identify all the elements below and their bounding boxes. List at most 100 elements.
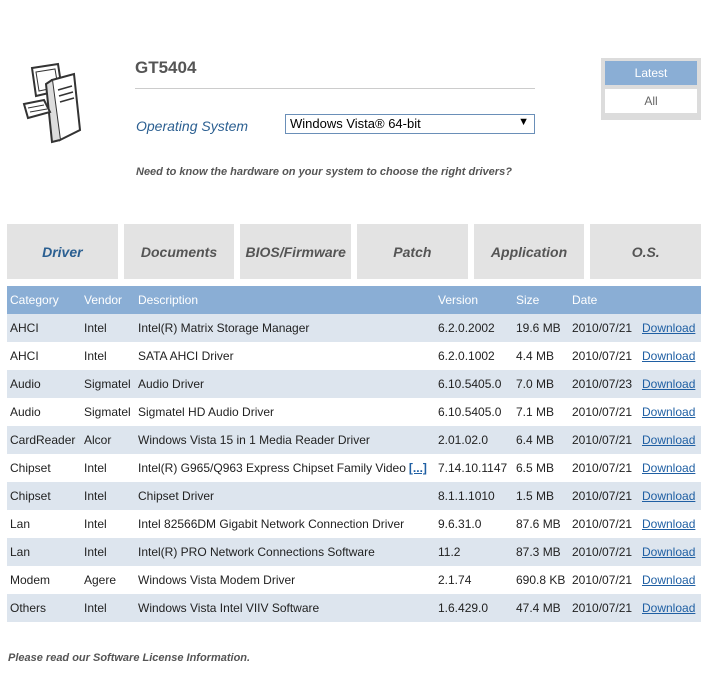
cell-description: Audio Driver [135,370,435,398]
table-row: Audio Sigmatel Sigmatel HD Audio Driver 6.1… [7,398,701,426]
cell-size: 87.3 MB [513,538,569,566]
cell-version-text: 6.10.5405.0 [438,377,502,391]
cell-size: 4.4 MB [513,342,569,370]
cell-size-text: 690.8 KB [516,573,566,587]
cell-description: Intel 82566DM Gigabit Network Connection… [135,510,435,538]
cell-date-text: 2010/07/23 [572,377,633,391]
cell-version-text: 2.1.74 [438,573,472,587]
tab-patch[interactable]: Patch [357,224,468,279]
category-tabs: Driver Documents BIOS/Firmware Patch App… [7,224,702,279]
cell-category-text: Modem [10,573,51,587]
download-link[interactable]: Download [642,377,695,391]
cell-version: 6.2.0.1002 [435,342,513,370]
cell-size-text: 19.6 MB [516,321,561,335]
column-header-version: Version [435,286,513,314]
cell-vendor-text: Intel [84,601,107,615]
cell-date: 2010/07/21 [569,510,639,538]
title-divider [135,88,535,89]
cell-description-text: Intel(R) G965/Q963 Express Chipset Famil… [138,461,406,475]
download-link[interactable]: Download [642,517,695,531]
cell-size: 7.0 MB [513,370,569,398]
cell-vendor-text: Intel [84,545,107,559]
cell-vendor-text: Intel [84,321,107,335]
table-row: Others Intel Windows Vista Intel VIIV Soft… [7,594,701,622]
latest-button[interactable]: Latest [605,61,697,85]
cell-description: Intel(R) PRO Network Connections Softwar… [135,538,435,566]
cell-description-text: Intel 82566DM Gigabit Network Connection… [138,517,405,531]
cell-date: 2010/07/21 [569,398,639,426]
tab-bios-firmware[interactable]: BIOS/Firmware [240,224,352,279]
cell-description-text: Intel(R) PRO Network Connections Softwar… [138,545,375,559]
cell-version: 11.2 [435,538,513,566]
cell-vendor-text: Intel [84,349,107,363]
expand-description-link[interactable]: [...] [409,461,427,475]
cell-version: 6.2.0.2002 [435,314,513,342]
cell-category-text: Lan [10,517,31,531]
cell-category: Chipset [7,454,81,482]
page-title: GT5404 [135,58,197,77]
cell-size: 19.6 MB [513,314,569,342]
table-header-row: Category Vendor Description Version Size… [7,286,701,314]
version-filter: Latest All [601,58,701,120]
download-link[interactable]: Download [642,489,695,503]
cell-version-text: 6.2.0.1002 [438,349,495,363]
driver-table: Category Vendor Description Version Size… [7,286,701,622]
table-row: Lan Intel Intel(R) PRO Network Connections… [7,538,701,566]
cell-vendor: Intel [81,342,135,370]
cell-download: Download [639,566,701,594]
cell-size-text: 6.5 MB [516,461,555,475]
download-link[interactable]: Download [642,573,695,587]
cell-version: 9.6.31.0 [435,510,513,538]
cell-date-text: 2010/07/21 [572,489,633,503]
table-row: CardReader Alcor Windows Vista 15 in 1 Med… [7,426,701,454]
tab-driver[interactable]: Driver [7,224,118,279]
cell-date: 2010/07/21 [569,566,639,594]
tab-documents[interactable]: Documents [123,224,235,279]
desktop-computer-icon [22,62,82,144]
cell-category: Lan [7,510,81,538]
cell-download: Download [639,370,701,398]
cell-date: 2010/07/21 [569,454,639,482]
cell-description-text: Sigmatel HD Audio Driver [138,405,275,419]
cell-category: AHCI [7,314,81,342]
download-link[interactable]: Download [642,321,695,335]
cell-date: 2010/07/21 [569,594,639,622]
tab-os[interactable]: O.S. [590,224,702,279]
cell-download: Download [639,482,701,510]
cell-description: Windows Vista Modem Driver [135,566,435,594]
os-dropdown[interactable]: Windows Vista® 64-bit ▼ [285,114,535,134]
download-link[interactable]: Download [642,405,695,419]
cell-version-text: 7.14.10.1147 [438,461,508,475]
cell-description: Sigmatel HD Audio Driver [135,398,435,426]
hardware-hint-text: Need to know the hardware on your system… [136,166,512,178]
cell-description-text: Windows Vista Modem Driver [138,573,296,587]
cell-size: 690.8 KB [513,566,569,594]
download-link[interactable]: Download [642,349,695,363]
table-row: Chipset Intel Chipset Driver 8.1.1.1010 1.5 … [7,482,701,510]
cell-category: Chipset [7,482,81,510]
cell-version-text: 6.10.5405.0 [438,405,502,419]
cell-description-text: SATA AHCI Driver [138,349,234,363]
cell-version-text: 6.2.0.2002 [438,321,495,335]
column-header-action [639,286,701,314]
cell-date-text: 2010/07/21 [572,433,633,447]
download-link[interactable]: Download [642,601,695,615]
column-header-vendor: Vendor [81,286,135,314]
download-link[interactable]: Download [642,433,695,447]
cell-category-text: Others [10,601,47,615]
cell-description: Windows Vista 15 in 1 Media Reader Drive… [135,426,435,454]
all-button[interactable]: All [605,89,697,113]
cell-vendor-text: Intel [84,461,107,475]
cell-category-text: Chipset [10,489,51,503]
cell-date: 2010/07/21 [569,538,639,566]
cell-category-text: CardReader [10,433,76,447]
tab-application[interactable]: Application [473,224,585,279]
cell-vendor-text: Sigmatel [84,405,131,419]
cell-vendor: Sigmatel [81,398,135,426]
cell-vendor: Intel [81,594,135,622]
cell-download: Download [639,342,701,370]
download-link[interactable]: Download [642,461,695,475]
column-header-category: Category [7,286,81,314]
download-link[interactable]: Download [642,545,695,559]
cell-date: 2010/07/21 [569,342,639,370]
